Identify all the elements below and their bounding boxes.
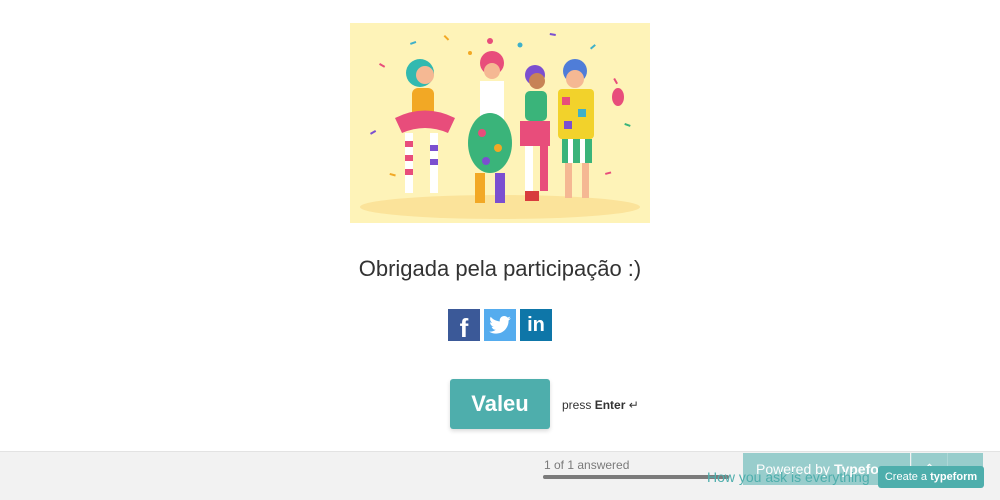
facebook-share-button[interactable]: f — [448, 309, 480, 343]
create-brand-label: typeform — [930, 471, 978, 483]
carnival-illustration — [350, 23, 650, 223]
keyboard-hint: press Enter ↵ — [562, 398, 639, 412]
twitter-icon — [489, 316, 511, 334]
return-icon: ↵ — [628, 398, 639, 412]
progress-bar-fill — [543, 475, 729, 479]
progress-bar — [543, 475, 729, 479]
create-typeform-button[interactable]: Create a typeform — [878, 466, 984, 488]
twitter-share-button[interactable] — [484, 309, 516, 341]
progress-label: 1 of 1 answered — [544, 458, 630, 472]
carnival-illustration-art — [360, 33, 640, 219]
social-share-bar: f in — [448, 309, 552, 343]
valeu-button[interactable]: Valeu — [450, 379, 550, 429]
facebook-icon: f — [459, 312, 469, 343]
linkedin-icon: in — [527, 313, 545, 336]
typeform-tagline-link[interactable]: How you ask is everything — [707, 469, 870, 485]
thank-you-message: Obrigada pela participação :) — [358, 256, 642, 281]
thank-you-screen: Obrigada pela participação :) f in Valeu… — [0, 0, 1000, 500]
footer-bar: 1 of 1 answered Powered by Typeform ⌃ ⌄ … — [0, 451, 1000, 500]
enter-key-label: Enter — [594, 398, 626, 412]
create-label: Create a — [884, 471, 928, 483]
linkedin-share-button[interactable]: in — [520, 309, 552, 341]
press-label: press — [562, 398, 592, 412]
